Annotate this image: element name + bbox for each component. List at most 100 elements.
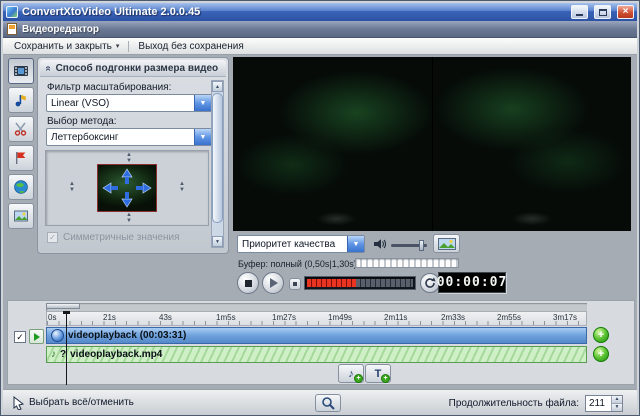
volume-slider-thumb[interactable] <box>419 240 424 251</box>
zoom-button[interactable] <box>315 394 341 412</box>
chapters-button[interactable] <box>8 145 34 171</box>
play-button[interactable] <box>262 272 284 294</box>
chevron-down-icon[interactable]: ▼ <box>194 129 211 145</box>
video-settings-button[interactable] <box>8 58 34 84</box>
top-spinner[interactable]: ▲ ▼ <box>123 152 135 164</box>
music-note-icon: ♪ <box>51 349 56 360</box>
spin-down-icon[interactable]: ▼ <box>126 218 132 224</box>
add-audio-button[interactable]: + <box>593 346 609 362</box>
mute-button[interactable] <box>289 278 301 290</box>
spin-up-icon[interactable]: ▲ <box>611 396 622 403</box>
cut-button[interactable] <box>8 116 34 142</box>
video-preview <box>233 57 631 231</box>
menu-bar: Сохранить и закрыть ▾ Выход без сохранен… <box>3 38 637 55</box>
quality-priority-select[interactable]: Приоритет качества ▼ <box>237 235 365 253</box>
spin-down-icon[interactable]: ▼ <box>69 187 75 193</box>
scaling-filter-select[interactable]: Linear (VSO) ▼ <box>46 94 212 112</box>
editor-title: Видеоредактор <box>22 23 99 35</box>
video-clip-icon <box>51 329 64 342</box>
status-bar: Выбрать всё/отменить Продолжительность ф… <box>3 389 637 415</box>
crop-adjust-box: ▲ ▼ ▲ ▼ ▲ ▼ ▲ ▼ <box>45 150 209 226</box>
preview-mode-button[interactable] <box>433 234 460 253</box>
duration-value[interactable]: 211 <box>586 396 611 411</box>
panel-header[interactable]: » Способ подгонки размера видео <box>40 60 226 77</box>
language-button[interactable] <box>8 174 34 200</box>
track-preview-play-button[interactable] <box>29 329 44 344</box>
chevron-down-icon[interactable]: ▼ <box>347 236 364 252</box>
menu-exit-without-saving[interactable]: Выход без сохранения <box>131 40 250 53</box>
spin-down-icon[interactable]: ▼ <box>179 187 185 193</box>
plus-icon: + <box>381 374 390 383</box>
ruler-label: 21s <box>103 313 116 322</box>
symmetric-label: Симметричные значения <box>63 232 180 243</box>
timeline-scroll-groove[interactable] <box>46 303 587 311</box>
add-text-track-button[interactable]: T + <box>365 364 391 383</box>
music-note-icon <box>15 95 26 107</box>
thumbnail-image-icon <box>437 237 456 250</box>
play-icon <box>34 332 40 341</box>
crop-preview-thumbnail[interactable] <box>97 164 157 212</box>
play-icon <box>270 278 278 288</box>
right-spinner[interactable]: ▲ ▼ <box>176 181 188 193</box>
resize-settings-panel: » Способ подгонки размера видео Фильтр м… <box>37 57 229 254</box>
slider-filled-segment <box>307 279 356 287</box>
ruler-label: 2m55s <box>497 313 522 322</box>
audio-settings-button[interactable] <box>8 87 34 113</box>
add-video-button[interactable]: + <box>593 327 609 343</box>
cursor-icon <box>13 396 25 410</box>
symmetric-values-row: ✓ Симметричные значения <box>47 232 180 243</box>
video-track-label: videoplayback (00:03:31) <box>68 330 187 341</box>
spinner-arrows: ▲ ▼ <box>611 396 622 411</box>
music-note-icon: ♪ <box>348 367 354 380</box>
scrollbar-thumb[interactable] <box>212 93 223 223</box>
magnifier-icon <box>322 397 335 410</box>
loop-icon <box>425 277 436 288</box>
minimize-button[interactable] <box>571 5 588 19</box>
buffer-progress-bar <box>355 258 459 268</box>
method-select[interactable]: Леттербоксинг ▼ <box>46 128 212 146</box>
buffer-status: Буфер: полный (0,50s|1,30s) <box>238 259 357 269</box>
left-spinner[interactable]: ▲ ▼ <box>66 181 78 193</box>
audio-track[interactable]: ♪ ? videoplayback.mp4 <box>46 346 587 363</box>
image-settings-button[interactable] <box>8 203 34 229</box>
symmetric-checkbox[interactable]: ✓ <box>47 232 58 243</box>
bottom-spinner[interactable]: ▲ ▼ <box>123 212 135 224</box>
spin-down-icon[interactable]: ▼ <box>126 158 132 164</box>
panel-title: Способ подгонки размера видео <box>55 62 219 74</box>
timeline-scroll-handle[interactable] <box>46 303 80 309</box>
plus-icon: + <box>354 374 363 383</box>
menu-save-and-close[interactable]: Сохранить и закрыть ▾ <box>7 40 126 53</box>
scroll-up-button[interactable]: ▲ <box>212 81 223 92</box>
ruler-label: 3m17s <box>553 313 578 322</box>
scroll-down-button[interactable]: ▼ <box>212 236 223 247</box>
playhead[interactable] <box>63 311 70 385</box>
stop-button[interactable] <box>237 272 259 294</box>
ruler-label: 0s <box>48 313 57 322</box>
dot-icon <box>293 282 297 286</box>
window-title: ConvertXtoVideo Ultimate 2.0.0.45 <box>22 6 201 18</box>
add-audio-track-button[interactable]: ♪ + <box>338 364 364 383</box>
speaker-icon[interactable] <box>373 238 387 250</box>
select-all-toggle[interactable]: Выбрать всё/отменить <box>29 397 134 408</box>
collapse-icon: » <box>42 65 54 71</box>
video-track[interactable]: videoplayback (00:03:31) <box>46 327 587 344</box>
close-button[interactable]: × <box>617 5 634 19</box>
editor-title-bar: Видеоредактор <box>3 21 637 38</box>
track-enabled-checkbox[interactable]: ✓ <box>14 331 26 343</box>
panel-scrollbar[interactable]: ▲ ▼ <box>211 80 224 248</box>
app-window: ConvertXtoVideo Ultimate 2.0.0.45 × Виде… <box>0 0 640 416</box>
duration-label: Продолжительность файла: <box>448 398 579 409</box>
duration-spinbox[interactable]: 211 ▲ ▼ <box>585 395 623 412</box>
timeline: 0s 21s 43s 1m5s 1m27s 1m49s 2m11s 2m33s … <box>7 300 635 385</box>
ruler-label: 1m49s <box>328 313 353 322</box>
timeline-ruler[interactable]: 0s 21s 43s 1m5s 1m27s 1m49s 2m11s 2m33s … <box>46 311 587 326</box>
chevron-down-icon[interactable]: ▼ <box>194 95 211 111</box>
video-frame-right <box>432 57 631 231</box>
spin-down-icon[interactable]: ▼ <box>611 403 622 411</box>
ruler-label: 1m27s <box>272 313 297 322</box>
maximize-button[interactable] <box>594 5 611 19</box>
playback-position-slider[interactable] <box>304 276 416 290</box>
chevron-down-icon: ▾ <box>115 43 120 50</box>
flag-icon <box>16 152 26 164</box>
scaling-filter-label: Фильтр масштабирования: <box>47 82 172 93</box>
